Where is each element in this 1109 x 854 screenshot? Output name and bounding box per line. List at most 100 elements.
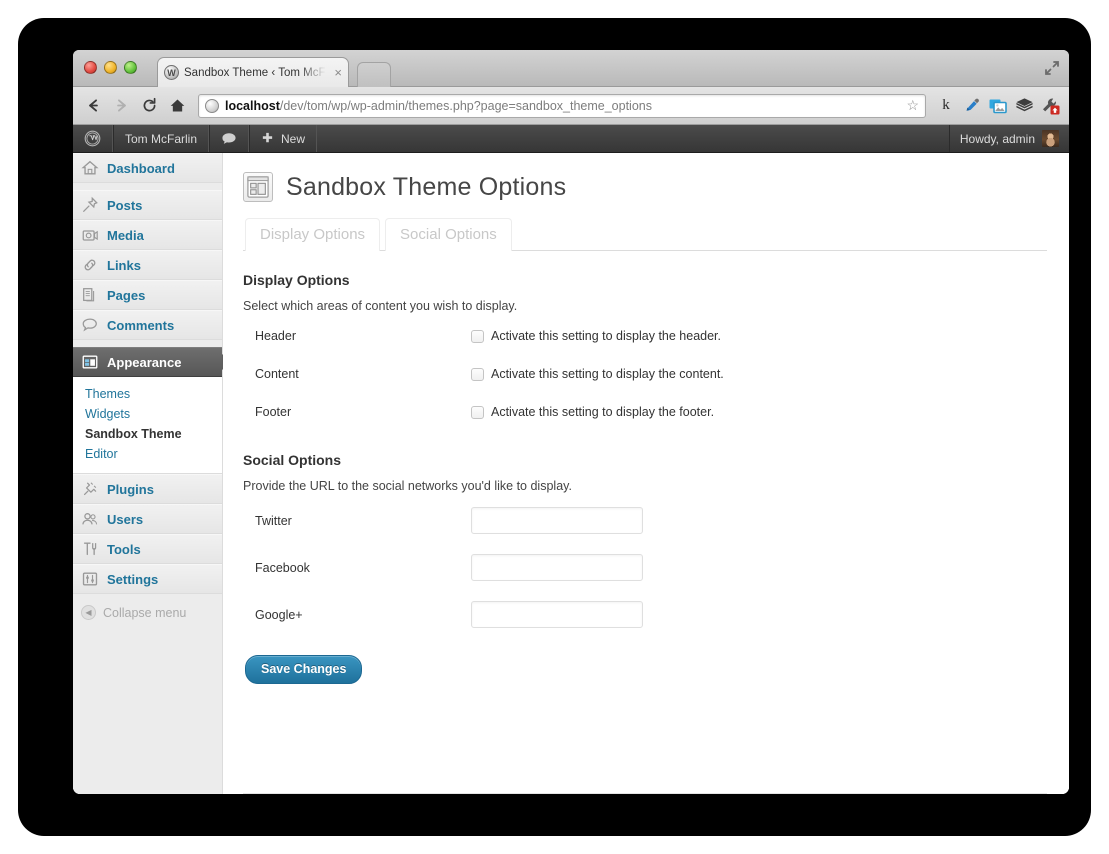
close-icon[interactable]: × — [334, 65, 342, 80]
sidebar-item-appearance[interactable]: Appearance — [73, 347, 231, 377]
field-label: Header — [255, 329, 296, 343]
pages-icon — [83, 288, 95, 302]
field-label: Content — [255, 367, 299, 381]
browser-tab-title: Sandbox Theme ‹ Tom McFar — [184, 66, 333, 79]
submenu-item-editor[interactable]: Editor — [73, 444, 222, 464]
kippt-icon[interactable]: k — [934, 94, 958, 118]
page-header: Sandbox Theme Options — [243, 172, 1047, 202]
image-icon[interactable] — [986, 94, 1010, 118]
admin-sidebar: Dashboard Posts Media Links Pages Commen… — [73, 153, 231, 794]
address-bar[interactable]: localhost/dev/tom/wp/wp-admin/themes.php… — [198, 93, 926, 118]
browser-tabstrip: W Sandbox Theme ‹ Tom McFar × — [73, 50, 1069, 87]
table-row: Facebook — [243, 544, 1047, 591]
minimize-window-button[interactable] — [104, 61, 117, 74]
table-row: Footer Activate this setting to display … — [243, 393, 1047, 431]
table-row: Content Activate this setting to display… — [243, 355, 1047, 393]
bookmark-star-icon[interactable]: ☆ — [906, 97, 919, 114]
save-changes-button[interactable]: Save Changes — [245, 655, 363, 684]
wordpress-logo — [84, 130, 101, 147]
forward-button[interactable] — [108, 93, 134, 119]
tab-display-options[interactable]: Display Options — [245, 218, 381, 251]
sidebar-item-label: Plugins — [107, 481, 154, 497]
url-host: localhost — [225, 98, 280, 113]
content-checkbox-row[interactable]: Activate this setting to display the con… — [471, 367, 1037, 381]
header-checkbox[interactable] — [471, 329, 484, 343]
wp-admin-body: Dashboard Posts Media Links Pages Commen… — [73, 153, 1069, 794]
header-checkbox-row[interactable]: Activate this setting to display the hea… — [471, 329, 1037, 343]
sidebar-item-links[interactable]: Links — [73, 250, 222, 280]
layers-icon[interactable] — [1012, 94, 1036, 118]
submenu-item-sandbox-theme[interactable]: Sandbox Theme — [73, 424, 222, 444]
comment-bubble-icon[interactable] — [209, 125, 250, 152]
window-controls — [84, 61, 137, 74]
address-bar-url: localhost/dev/tom/wp/wp-admin/themes.php… — [225, 99, 906, 113]
tab-social-options[interactable]: Social Options — [385, 218, 512, 251]
fullscreen-icon[interactable] — [1042, 58, 1062, 78]
sidebar-item-label: Posts — [107, 197, 143, 213]
browser-window: W Sandbox Theme ‹ Tom McFar × localhost/… — [73, 50, 1069, 794]
footer-checkbox-row[interactable]: Activate this setting to display the foo… — [471, 405, 1037, 419]
home-button[interactable] — [164, 93, 190, 119]
avatar — [1042, 130, 1059, 147]
footer-checkbox-label: Activate this setting to display the foo… — [491, 405, 715, 419]
eyedropper-icon[interactable] — [960, 94, 984, 118]
page-favicon — [205, 98, 219, 113]
reload-button[interactable] — [136, 93, 162, 119]
sidebar-item-label: Dashboard — [107, 160, 175, 176]
new-content-menu[interactable]: New — [249, 125, 318, 152]
submenu-item-themes[interactable]: Themes — [73, 384, 222, 404]
sidebar-item-plugins[interactable]: Plugins — [73, 474, 222, 504]
field-label: Footer — [255, 405, 292, 419]
sidebar-item-label: Tools — [107, 541, 141, 557]
users-icon — [82, 513, 98, 525]
content-checkbox[interactable] — [471, 367, 484, 381]
sidebar-item-label: Media — [107, 227, 144, 243]
sidebar-item-media[interactable]: Media — [73, 220, 222, 250]
footer-checkbox[interactable] — [471, 405, 484, 419]
collapse-menu-button[interactable]: ◀ Collapse menu — [73, 594, 222, 631]
howdy-label: Howdy, admin — [959, 131, 1035, 146]
url-path: /dev/tom/wp/wp-admin/themes.php?page=san… — [279, 98, 652, 113]
new-content-label: New — [281, 131, 306, 146]
twitter-input[interactable] — [471, 507, 643, 534]
wp-logo-menu[interactable] — [73, 125, 113, 152]
sidebar-item-tools[interactable]: Tools — [73, 534, 222, 564]
tools-icon — [83, 542, 97, 556]
sidebar-item-label: Settings — [107, 571, 159, 587]
back-button[interactable] — [80, 93, 106, 119]
sidebar-item-comments[interactable]: Comments — [73, 310, 222, 340]
settings-icon — [82, 572, 98, 586]
sidebar-item-settings[interactable]: Settings — [73, 564, 222, 594]
new-tab-button[interactable] — [357, 62, 391, 87]
wp-admin-bar: Tom McFarlin New Howdy, admin — [73, 125, 1069, 153]
facebook-input[interactable] — [471, 554, 643, 581]
browser-toolbar: localhost/dev/tom/wp/wp-admin/themes.php… — [73, 87, 1069, 125]
social-options-table: Twitter Facebook Google+ — [243, 497, 1047, 638]
sidebar-item-pages[interactable]: Pages — [73, 280, 222, 310]
header-checkbox-label: Activate this setting to display the hea… — [491, 329, 721, 343]
collapse-menu-label: Collapse menu — [103, 605, 187, 620]
table-row: Google+ — [243, 591, 1047, 638]
browser-tab[interactable]: W Sandbox Theme ‹ Tom McFar × — [157, 57, 349, 87]
sidebar-item-dashboard[interactable]: Dashboard — [73, 153, 222, 183]
content-checkbox-label: Activate this setting to display the con… — [491, 367, 724, 381]
social-options-description: Provide the URL to the social networks y… — [243, 479, 572, 493]
wrench-update-icon[interactable] — [1038, 94, 1062, 118]
zoom-window-button[interactable] — [124, 61, 137, 74]
collapse-arrow-icon: ◀ — [81, 605, 96, 620]
admin-bar-spacer — [317, 125, 949, 152]
sidebar-item-label: Comments — [107, 317, 175, 333]
close-window-button[interactable] — [84, 61, 97, 74]
admin-footer: Thank you for creating with WordPress. V… — [243, 793, 1047, 794]
submenu-item-widgets[interactable]: Widgets — [73, 404, 222, 424]
googleplus-input[interactable] — [471, 601, 643, 628]
sidebar-item-label: Links — [107, 257, 141, 273]
site-name-menu[interactable]: Tom McFarlin — [113, 125, 210, 152]
display-options-description: Select which areas of content you wish t… — [243, 299, 518, 313]
wordpress-favicon: W — [164, 65, 179, 80]
sidebar-item-label: Appearance — [107, 354, 182, 370]
sidebar-item-label: Pages — [107, 287, 146, 303]
sidebar-item-users[interactable]: Users — [73, 504, 222, 534]
account-menu[interactable]: Howdy, admin — [948, 125, 1069, 152]
sidebar-item-posts[interactable]: Posts — [73, 190, 222, 220]
